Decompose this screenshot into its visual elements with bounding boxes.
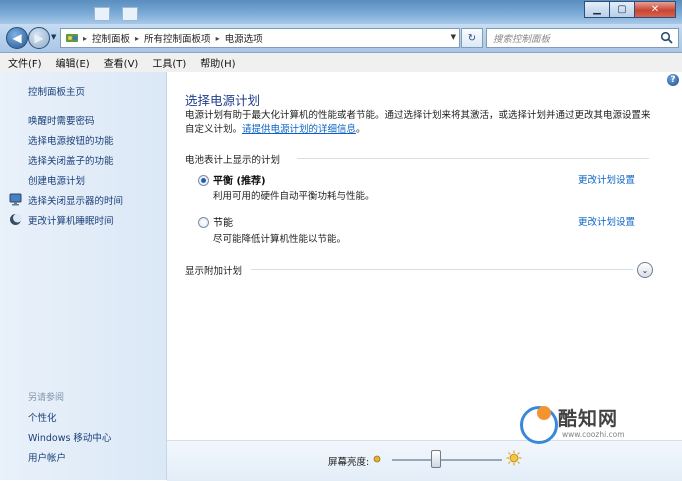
- additional-divider: [251, 269, 633, 270]
- back-arrow-icon: ◀: [12, 31, 22, 45]
- back-button[interactable]: ◀: [6, 27, 28, 49]
- sidebar-item-power-button[interactable]: 选择电源按钮的功能: [28, 133, 114, 147]
- watermark: 酷知网 www.coozhi.com: [512, 402, 662, 444]
- expand-chevron-icon[interactable]: ⌄: [637, 262, 653, 278]
- see-also-heading: 另请参阅: [28, 393, 65, 403]
- plan-balanced-radio[interactable]: [198, 175, 209, 186]
- see-also-user-accounts[interactable]: 用户帐户: [28, 450, 66, 464]
- watermark-logo-icon: [520, 406, 558, 444]
- search-icon[interactable]: [660, 31, 674, 45]
- plan-saver-name[interactable]: 节能: [213, 214, 233, 229]
- sidebar-item-display-off[interactable]: 选择关闭显示器的时间: [28, 193, 123, 207]
- close-button[interactable]: ✕: [634, 1, 676, 18]
- watermark-name: 酷知网: [558, 408, 619, 430]
- section-divider: [297, 158, 649, 159]
- address-dropdown-icon[interactable]: ▼: [451, 33, 456, 41]
- refresh-button[interactable]: ↻: [461, 28, 483, 48]
- sidebar: 控制面板主页 唤醒时需要密码 选择电源按钮的功能 选择关闭盖子的功能 创建电源计…: [0, 72, 167, 480]
- menu-file[interactable]: 文件(F): [0, 55, 48, 70]
- breadcrumb-power-options[interactable]: 电源选项: [223, 31, 265, 45]
- breadcrumb-all-items[interactable]: 所有控制面板项: [142, 31, 213, 45]
- window-thumbnail-icon: [94, 7, 110, 21]
- section-heading: 电池表计上显示的计划: [185, 155, 281, 166]
- menu-tools[interactable]: 工具(T): [144, 55, 192, 70]
- monitor-icon: [9, 193, 22, 206]
- breadcrumb-chevron-icon[interactable]: ▸: [80, 34, 90, 43]
- window-thumbnail-icon: [122, 7, 138, 21]
- breadcrumb-chevron-icon[interactable]: ▸: [213, 34, 223, 43]
- see-also-mobility-center[interactable]: Windows 移动中心: [28, 430, 111, 444]
- address-bar[interactable]: ▸ 控制面板 ▸ 所有控制面板项 ▸ 电源选项 ▼: [60, 28, 460, 48]
- maximize-button[interactable]: ▢: [609, 1, 635, 18]
- search-input[interactable]: 搜索控制面板: [487, 31, 660, 45]
- sidebar-item-sleep-time[interactable]: 更改计算机睡眠时间: [28, 213, 114, 227]
- plan-details-link[interactable]: 请提供电源计划的详细信息: [242, 124, 356, 135]
- bright-sun-icon: [506, 450, 522, 466]
- watermark-url: www.coozhi.com: [562, 430, 625, 439]
- plan-saver-desc: 尽可能降低计算机性能以节能。: [213, 234, 347, 245]
- brightness-bar: 屏幕亮度:: [167, 440, 682, 481]
- menu-help[interactable]: 帮助(H): [192, 55, 241, 70]
- brightness-label: 屏幕亮度:: [328, 457, 370, 468]
- breadcrumb-control-panel[interactable]: 控制面板: [90, 31, 132, 45]
- brightness-slider-track[interactable]: [392, 459, 502, 461]
- dim-sun-icon: [373, 455, 381, 463]
- plan-balanced-desc: 利用可用的硬件自动平衡功耗与性能。: [213, 191, 375, 202]
- brightness-slider-thumb[interactable]: [431, 450, 441, 468]
- moon-icon: [10, 213, 22, 225]
- minimize-button[interactable]: ▁: [584, 1, 610, 18]
- forward-arrow-icon: ▶: [34, 31, 44, 45]
- plan-saver-change-link[interactable]: 更改计划设置: [578, 214, 635, 228]
- show-additional-plans[interactable]: 显示附加计划: [185, 263, 242, 277]
- see-also-personalization[interactable]: 个性化: [28, 410, 57, 424]
- navigation-bar: ◀ ▶ ▼ ▸ 控制面板 ▸ 所有控制面板项 ▸ 电源选项 ▼ ↻ 搜索控制面板: [0, 24, 682, 53]
- search-box[interactable]: 搜索控制面板: [486, 28, 679, 48]
- sidebar-item-create-plan[interactable]: 创建电源计划: [28, 173, 85, 187]
- plan-balanced-change-link[interactable]: 更改计划设置: [578, 172, 635, 186]
- title-bar: ▁ ▢ ✕: [0, 0, 682, 24]
- menu-edit[interactable]: 编辑(E): [48, 55, 96, 70]
- sidebar-home-link[interactable]: 控制面板主页: [28, 84, 85, 98]
- sidebar-item-wake-password[interactable]: 唤醒时需要密码: [28, 113, 95, 127]
- breadcrumb-chevron-icon[interactable]: ▸: [132, 34, 142, 43]
- sidebar-item-lid-close[interactable]: 选择关闭盖子的功能: [28, 153, 114, 167]
- control-panel-icon: [64, 31, 80, 45]
- page-description: 电源计划有助于最大化计算机的性能或者节能。通过选择计划来将其激活，或选择计划并通…: [185, 109, 655, 137]
- forward-button[interactable]: ▶: [28, 27, 50, 49]
- plan-saver-radio[interactable]: [198, 217, 209, 228]
- page-title: 选择电源计划: [185, 93, 261, 108]
- plan-balanced-name[interactable]: 平衡 (推荐): [213, 172, 266, 187]
- menu-view[interactable]: 查看(V): [96, 55, 145, 70]
- description-end: 。: [356, 124, 366, 135]
- window-controls: ▁ ▢ ✕: [584, 1, 676, 18]
- menu-bar: 文件(F) 编辑(E) 查看(V) 工具(T) 帮助(H): [0, 53, 682, 73]
- recent-pages-dropdown[interactable]: ▼: [51, 33, 56, 41]
- help-icon[interactable]: ?: [667, 74, 679, 86]
